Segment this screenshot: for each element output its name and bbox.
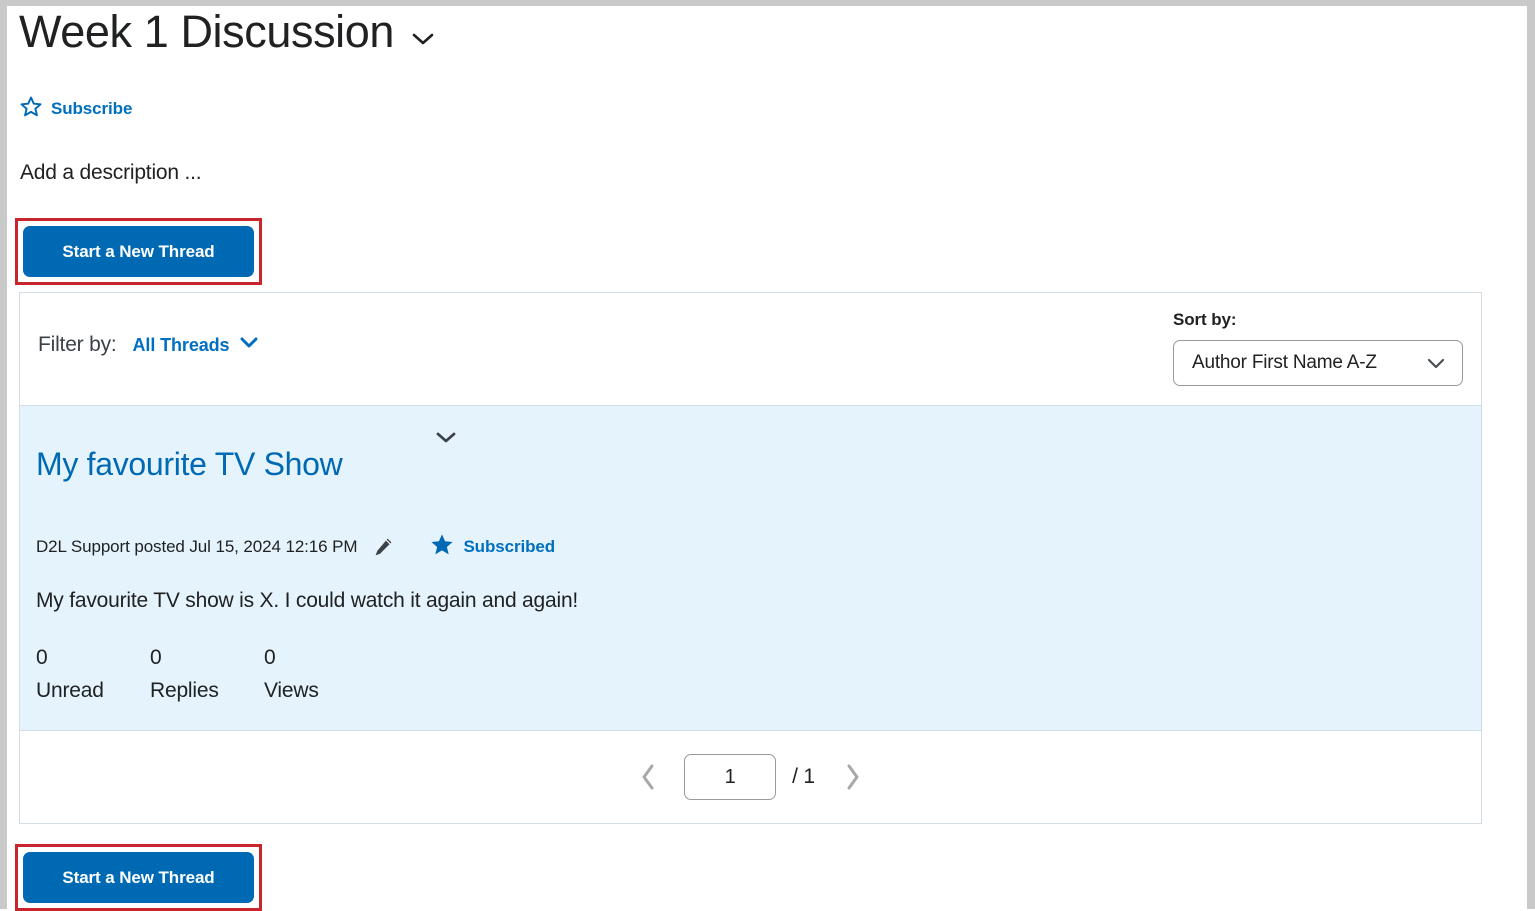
sort-by-select[interactable]: Author First Name A-Z	[1173, 340, 1463, 386]
stat-unread: 0 Unread	[36, 641, 150, 707]
stat-views-label: Views	[264, 679, 319, 702]
sort-by-value: Author First Name A-Z	[1192, 352, 1377, 373]
stat-unread-label: Unread	[36, 679, 104, 702]
stat-replies-label: Replies	[150, 679, 219, 702]
start-new-thread-button-top[interactable]: Start a New Thread	[23, 226, 254, 277]
threads-panel: Filter by: All Threads Sort by: Author F…	[19, 292, 1482, 824]
star-outline-icon	[20, 96, 42, 122]
page-title: Week 1 Discussion	[19, 6, 395, 57]
discussion-page: Week 1 Discussion Subscribe Add a descri…	[7, 6, 1527, 911]
pencil-icon[interactable]	[372, 536, 394, 558]
thread-title-link[interactable]: My favourite TV Show	[36, 446, 343, 483]
star-filled-icon	[430, 533, 454, 561]
filter-threads-dropdown[interactable]: All Threads	[133, 335, 260, 356]
thread-meta-row: D2L Support posted Jul 15, 2024 12:16 PM…	[36, 533, 555, 561]
thread-body-text: My favourite TV show is X. I could watch…	[36, 589, 579, 612]
start-new-thread-button-bottom[interactable]: Start a New Thread	[23, 852, 254, 903]
chevron-down-icon[interactable]	[434, 430, 458, 450]
description-text[interactable]: Add a description ...	[20, 161, 202, 185]
stat-views: 0 Views	[264, 641, 378, 707]
chevron-left-icon[interactable]	[628, 757, 668, 797]
thread-author-date: D2L Support posted Jul 15, 2024 12:16 PM	[36, 537, 358, 556]
subscribed-indicator[interactable]: Subscribed	[430, 533, 555, 561]
filter-by-label: Filter by:	[38, 333, 117, 356]
chevron-down-icon	[239, 336, 259, 354]
pagination-bar: / 1	[20, 731, 1481, 823]
filter-group: Filter by: All Threads	[38, 333, 259, 357]
chevron-down-icon	[1426, 357, 1462, 370]
stat-unread-value: 0	[36, 646, 48, 669]
thread-stats: 0 Unread 0 Replies 0 Views	[36, 641, 378, 707]
subscribe-label: Subscribe	[51, 99, 133, 118]
page-number-input[interactable]	[684, 754, 777, 800]
chevron-right-icon[interactable]	[833, 757, 873, 797]
subscribe-link[interactable]: Subscribe	[20, 96, 132, 122]
sort-group: Sort by: Author First Name A-Z	[1173, 310, 1463, 386]
stat-views-value: 0	[264, 646, 276, 669]
filter-threads-value: All Threads	[132, 334, 230, 355]
stat-replies: 0 Replies	[150, 641, 264, 707]
page-total-label: / 1	[792, 765, 815, 788]
subscribed-label: Subscribed	[463, 537, 556, 556]
stat-replies-value: 0	[150, 646, 162, 669]
page-title-row: Week 1 Discussion	[19, 2, 436, 62]
thread-item: My favourite TV Show D2L Support posted …	[20, 406, 1481, 731]
filter-sort-bar: Filter by: All Threads Sort by: Author F…	[20, 293, 1481, 406]
sort-by-label: Sort by:	[1173, 310, 1237, 329]
chevron-down-icon[interactable]	[410, 31, 436, 47]
